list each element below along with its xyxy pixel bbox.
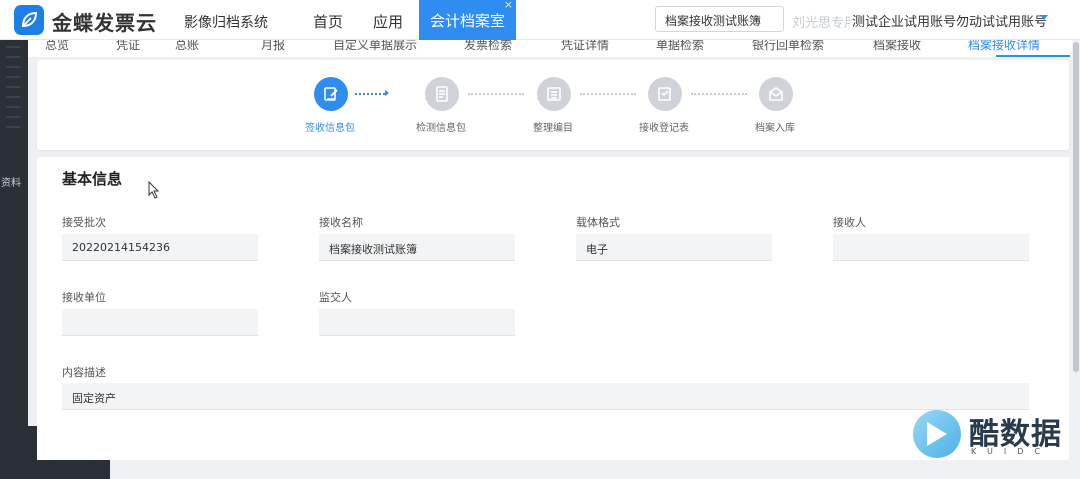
section-title: 基本信息: [62, 170, 123, 188]
nav-apps[interactable]: 应用: [373, 11, 403, 32]
check-doc-icon: [436, 86, 448, 102]
tab-bank-receipt-search[interactable]: 银行回单检索: [752, 40, 824, 53]
top-header: 金蝶发票云 影像归档系统 首页 应用 会计档案室 × 档案接收测试账簿 刘光思专…: [0, 0, 1080, 40]
step-label-check-package: 检测信息包: [416, 123, 466, 134]
sub-tab-bar: 总览 凭证 总账 月报 自定义单据展示 发票检索 凭证详情 单据检索 银行回单检…: [28, 40, 1080, 57]
batch-field[interactable]: 20220214154236: [62, 234, 258, 261]
tab-archive-receive-detail[interactable]: 档案接收详情: [968, 40, 1040, 53]
watermark-subtext: KUIDC: [971, 447, 1051, 456]
step-register-form[interactable]: [648, 77, 682, 111]
edit-doc-icon: [324, 87, 338, 101]
nav-home[interactable]: 首页: [313, 11, 343, 32]
field-label-receive-name: 接收名称: [319, 216, 363, 229]
step-sign-package[interactable]: [314, 77, 348, 111]
tab-overview[interactable]: 总览: [45, 40, 69, 53]
company-name[interactable]: 测试企业试用账号勿动试试用账号: [850, 11, 1048, 30]
tab-voucher[interactable]: 凭证: [116, 40, 140, 53]
scrollbar-thumb[interactable]: [1073, 42, 1079, 372]
brand-logo[interactable]: [14, 5, 44, 35]
mouse-cursor-icon: [148, 181, 160, 199]
tab-custom-documents[interactable]: 自定义单据展示: [333, 40, 417, 53]
field-label-receiving-unit: 接收单位: [62, 291, 106, 304]
sidebar-item-label[interactable]: 资料: [1, 174, 21, 189]
receiving-unit-field[interactable]: [62, 309, 258, 336]
tab-monthly-report[interactable]: 月报: [261, 40, 285, 53]
chevron-down-icon[interactable]: [1040, 15, 1048, 20]
receiver-field[interactable]: [833, 234, 1029, 261]
tab-ledger[interactable]: 总账: [175, 40, 199, 53]
play-logo-icon: [913, 410, 961, 458]
active-tab-underline: [996, 55, 1070, 57]
step-connector-2: [468, 93, 524, 95]
system-name: 影像归档系统: [184, 15, 268, 31]
arrow-right-icon: [385, 90, 389, 96]
step-archive-storage[interactable]: [759, 77, 793, 111]
tab-archive-receive[interactable]: 档案接收: [873, 40, 921, 53]
tab-document-search[interactable]: 单据检索: [656, 40, 704, 53]
step-label-catalog: 整理编目: [533, 123, 573, 134]
field-label-supervisor: 监交人: [319, 291, 352, 304]
description-field[interactable]: 固定资产: [62, 383, 1029, 410]
step-label-register-form: 接收登记表: [639, 123, 689, 134]
field-label-description: 内容描述: [62, 366, 106, 379]
step-connector-3: [580, 93, 636, 95]
user-name: 刘光思专用: [792, 16, 858, 31]
step-catalog[interactable]: [537, 77, 571, 111]
carrier-format-field[interactable]: 电子: [576, 234, 772, 261]
step-label-archive-storage: 档案入库: [755, 123, 795, 134]
close-icon[interactable]: ×: [504, 0, 513, 11]
register-doc-icon: [658, 87, 671, 101]
brand-name: 金蝶发票云: [52, 11, 157, 35]
watermark-logo: 酷数据 KUIDC: [913, 408, 1063, 458]
sidebar: 资料: [0, 40, 28, 426]
field-label-carrier-format: 载体格式: [576, 216, 620, 229]
archive-box-icon: [769, 87, 783, 101]
step-check-package[interactable]: [425, 77, 459, 111]
nav-archive-room[interactable]: 会计档案室 ×: [419, 0, 516, 40]
sidebar-menu-lines: [6, 46, 20, 136]
receive-name-field[interactable]: 档案接收测试账簿: [319, 234, 515, 261]
field-label-batch: 接受批次: [62, 216, 106, 229]
field-label-receiver: 接收人: [833, 216, 866, 229]
leaf-icon: [21, 11, 38, 28]
nav-archive-room-label: 会计档案室: [429, 11, 505, 30]
step-connector-1: [355, 93, 385, 95]
tab-voucher-detail[interactable]: 凭证详情: [561, 40, 609, 53]
account-book-select[interactable]: 档案接收测试账簿: [655, 6, 784, 32]
tab-invoice-search[interactable]: 发票检索: [464, 40, 512, 53]
step-connector-4: [691, 93, 747, 95]
supervisor-field[interactable]: [319, 309, 515, 336]
step-label-sign-package: 签收信息包: [305, 123, 355, 134]
list-doc-icon: [547, 87, 561, 101]
page-scrollbar[interactable]: [1072, 40, 1080, 479]
